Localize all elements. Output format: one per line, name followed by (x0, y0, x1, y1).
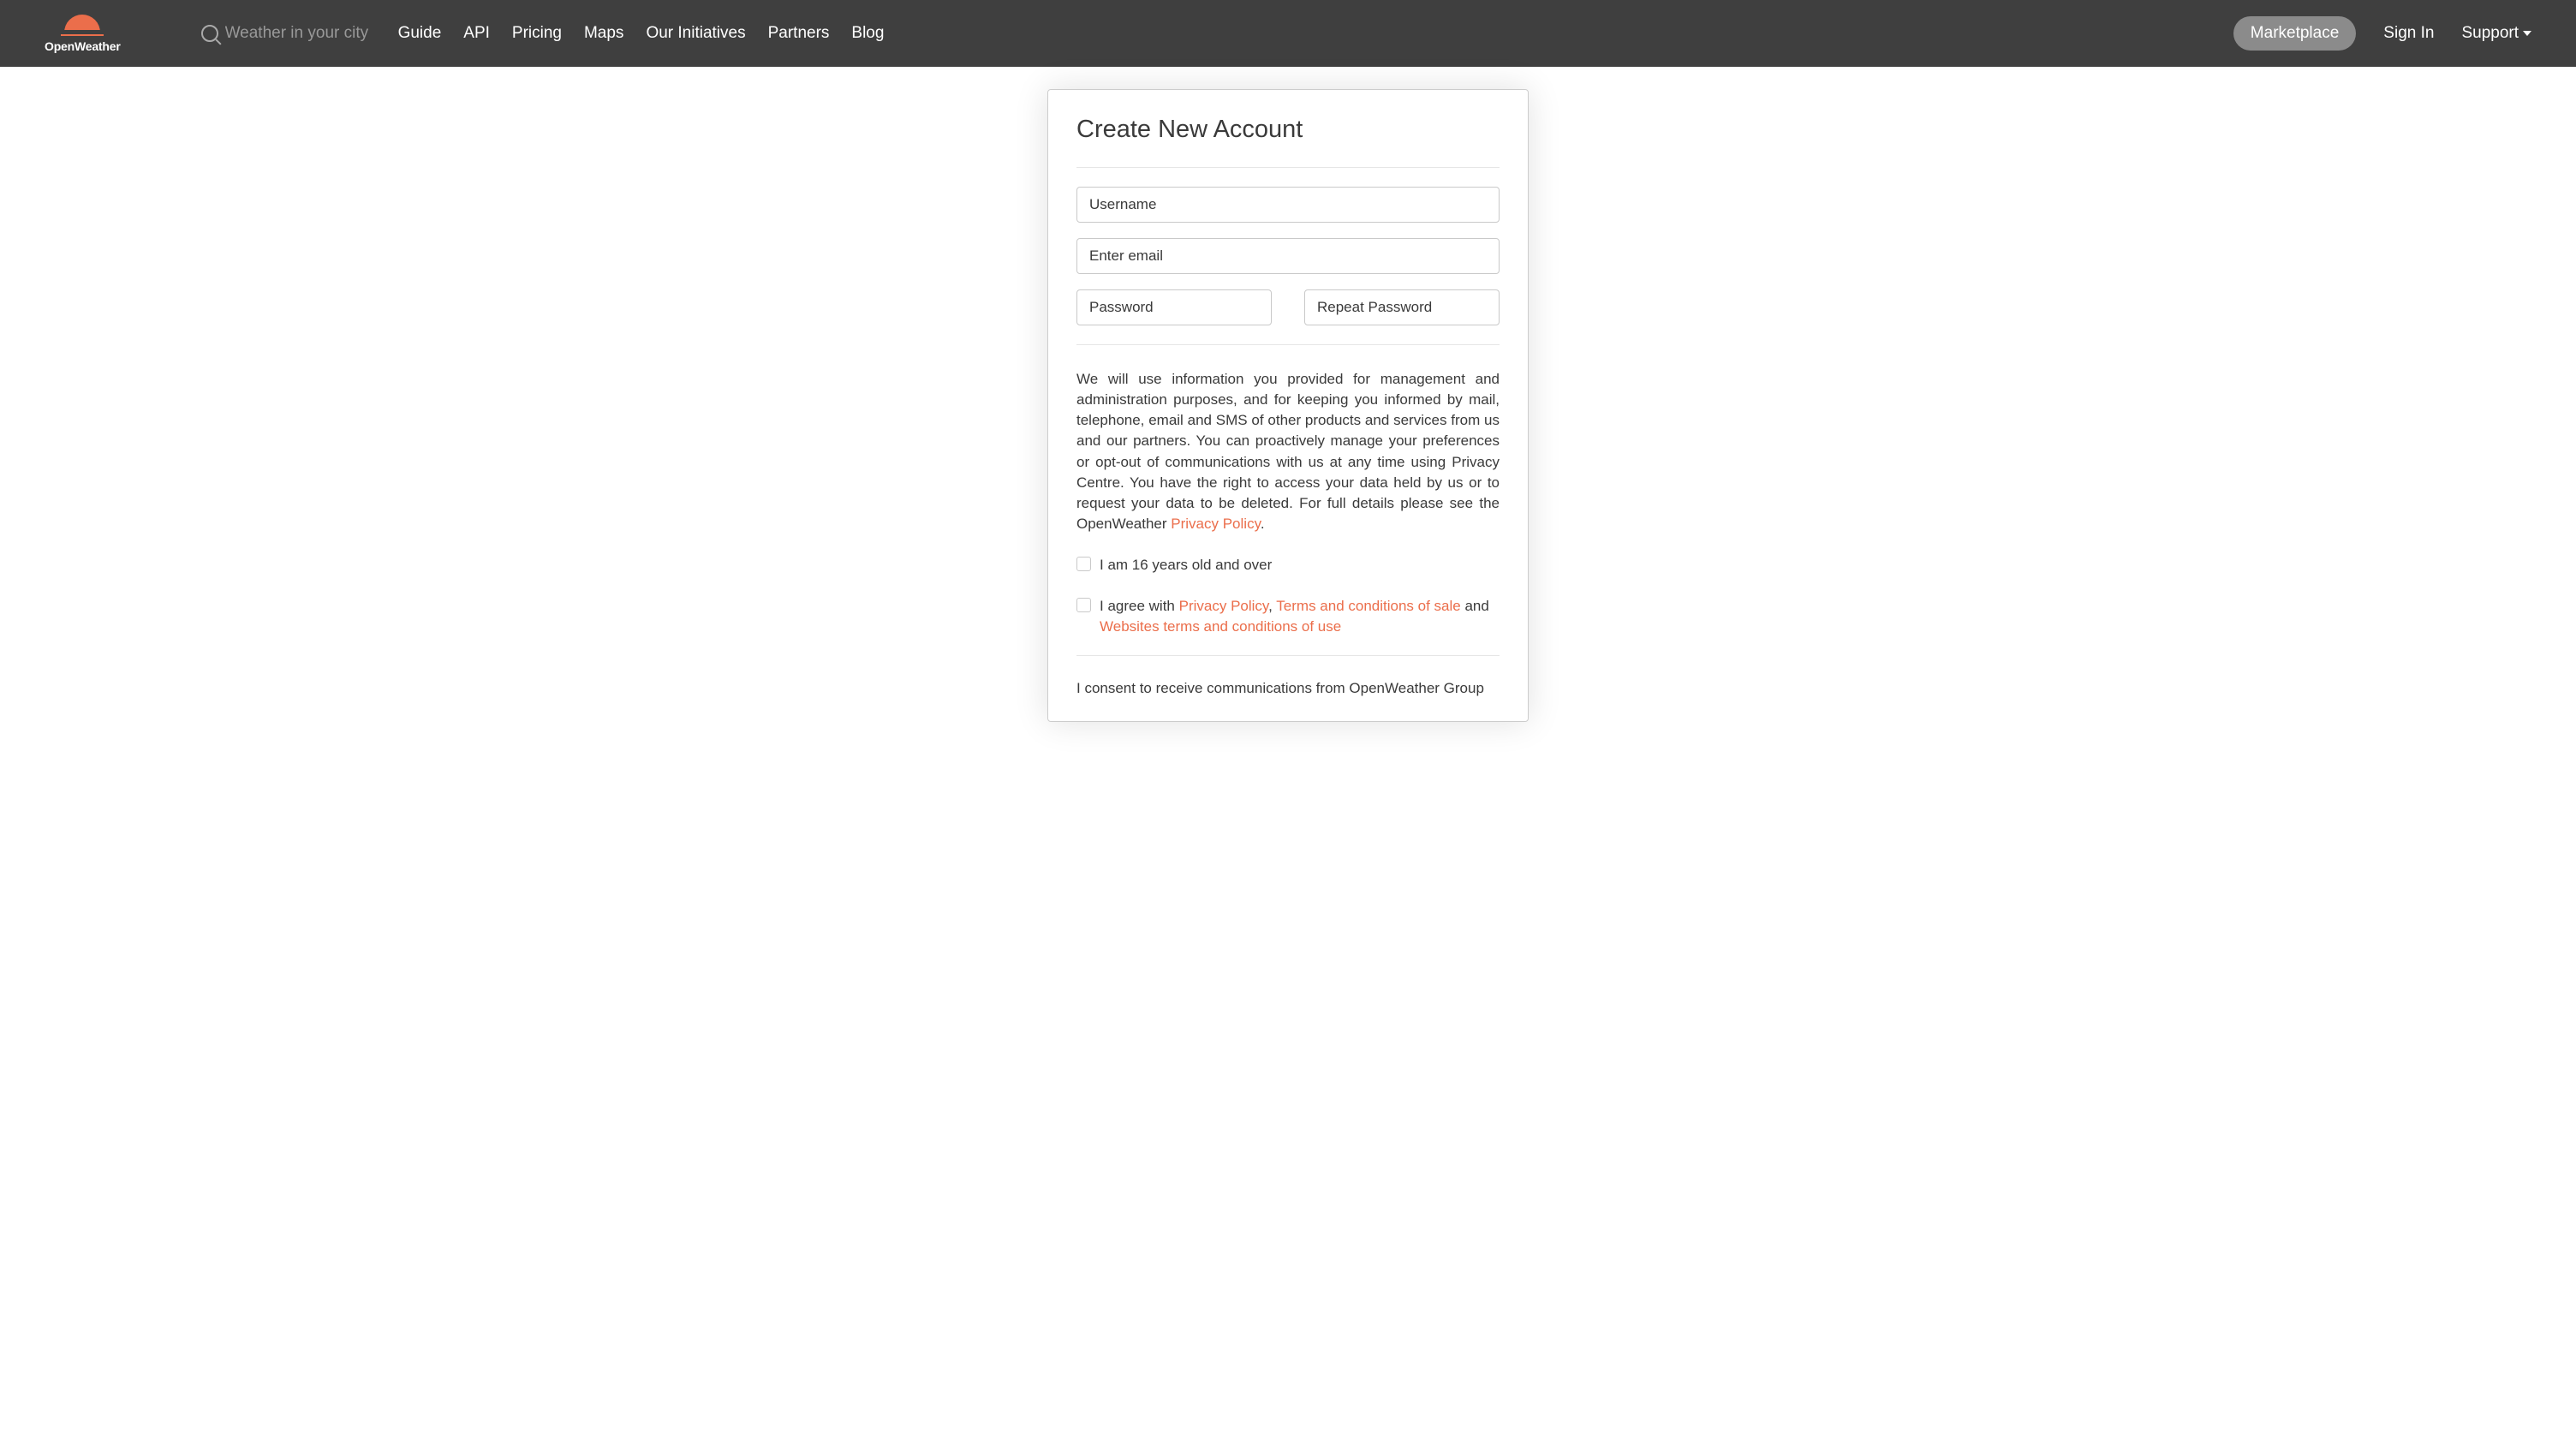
signin-link[interactable]: Sign In (2383, 24, 2434, 43)
divider (1076, 344, 1500, 345)
privacy-policy-link[interactable]: Privacy Policy (1171, 516, 1261, 532)
support-label: Support (2461, 24, 2519, 42)
terms-sale-link[interactable]: Terms and conditions of sale (1276, 598, 1460, 614)
info-period: . (1261, 516, 1265, 532)
nav-partners[interactable]: Partners (768, 24, 830, 43)
nav-right: Marketplace Sign In Support (2233, 16, 2531, 51)
consent-text: I consent to receive communications from… (1076, 680, 1500, 697)
password-row (1076, 289, 1500, 325)
nav-maps[interactable]: Maps (584, 24, 623, 43)
nav-pricing[interactable]: Pricing (512, 24, 562, 43)
info-body: We will use information you provided for… (1076, 371, 1500, 532)
info-text: We will use information you provided for… (1076, 369, 1500, 534)
nav-api[interactable]: API (463, 24, 490, 43)
age-checkbox[interactable] (1076, 557, 1091, 571)
support-dropdown[interactable]: Support (2461, 24, 2531, 43)
email-field[interactable] (1076, 238, 1500, 274)
search-wrap (201, 24, 371, 43)
header: OpenWeather Guide API Pricing Maps Our I… (0, 0, 2576, 67)
agree-checkbox[interactable] (1076, 598, 1091, 612)
username-field[interactable] (1076, 187, 1500, 223)
nav-marketplace[interactable]: Marketplace (2233, 16, 2357, 51)
nav-blog[interactable]: Blog (851, 24, 884, 43)
brand-name: OpenWeather (45, 39, 121, 53)
terms-use-link[interactable]: Websites terms and conditions of use (1100, 618, 1341, 635)
divider (1076, 167, 1500, 168)
page-title: Create New Account (1076, 116, 1500, 144)
password-repeat-field[interactable] (1304, 289, 1500, 325)
privacy-policy-link-2[interactable]: Privacy Policy (1179, 598, 1269, 614)
age-label: I am 16 years old and over (1100, 555, 1272, 575)
agree-row: I agree with Privacy Policy, Terms and c… (1076, 596, 1500, 637)
divider (1076, 655, 1500, 656)
agree-label: I agree with Privacy Policy, Terms and c… (1100, 596, 1500, 637)
signup-card: Create New Account We will use informati… (1047, 89, 1529, 722)
chevron-down-icon (2523, 31, 2531, 36)
nav: Guide API Pricing Maps Our Initiatives P… (398, 24, 885, 43)
search-input[interactable] (225, 24, 371, 43)
age-row: I am 16 years old and over (1076, 555, 1500, 575)
password-field[interactable] (1076, 289, 1272, 325)
nav-initiatives[interactable]: Our Initiatives (646, 24, 745, 43)
brand-logo[interactable]: OpenWeather (45, 15, 121, 53)
nav-guide[interactable]: Guide (398, 24, 442, 43)
sun-icon (64, 15, 100, 33)
search-icon (201, 25, 218, 42)
